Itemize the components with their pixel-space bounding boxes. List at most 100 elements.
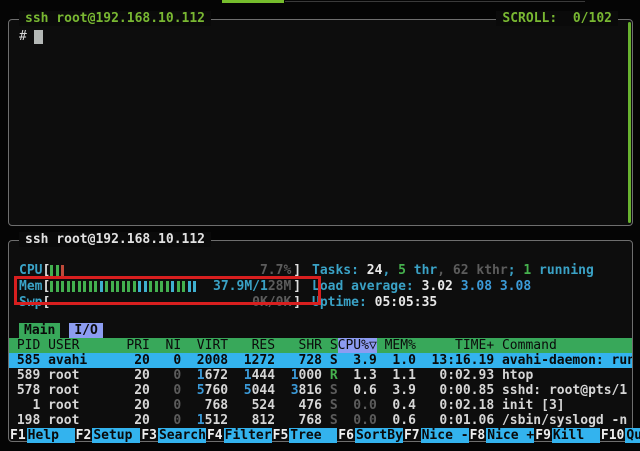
fkey-f1[interactable]: F1Help [9, 428, 75, 443]
meter-tick [61, 265, 64, 276]
cell-ni: 0 [150, 368, 181, 383]
cell-cpu: 0.0 [338, 398, 377, 413]
fkey-number: F9 [534, 428, 552, 443]
meter-tick [100, 281, 103, 292]
cpu-meter-value: 7.7% [260, 264, 291, 277]
mem-meter-value: 37.9M/128M [213, 280, 291, 293]
process-table: 585avahi20020081272728S3.91.013:16.19ava… [9, 353, 632, 428]
meter-tick [72, 281, 75, 292]
cell-mem: 0.4 [377, 398, 416, 413]
fkey-f2[interactable]: F2Setup [75, 428, 141, 443]
uptime: Uptime: 05:05:35 [312, 295, 437, 310]
meter-tick [155, 281, 158, 292]
cell-s: S [322, 398, 338, 413]
cell-time: 13:16.19 [416, 353, 494, 368]
htop-app: CPU[7.7%] Tasks: 24, 5 thr, 62 kthr; 1 r… [9, 241, 632, 443]
fkey-f3[interactable]: F3Search [140, 428, 206, 443]
column-header-cmd[interactable]: Command [494, 338, 632, 353]
fkey-label: SortBy [355, 428, 403, 443]
meter-tick [78, 281, 81, 292]
cpu-meter-bar: 7.7% [50, 264, 293, 277]
meter-tick [188, 281, 191, 292]
process-row[interactable]: 589root200167214441000R1.31.10:02.93htop [9, 368, 632, 383]
fkey-number: F3 [140, 428, 158, 443]
cell-ni: 0 [150, 353, 181, 368]
scrollbar[interactable] [628, 22, 631, 223]
cell-time: 0:02.93 [416, 368, 494, 383]
cpu-meter: CPU[7.7%] [19, 263, 303, 278]
cell-s: S [322, 413, 338, 428]
cell-cmd: /sbin/syslogd -n [494, 413, 632, 428]
pane-htop: ssh root@192.168.10.112 CPU[7.7%] Tasks:… [8, 240, 633, 442]
column-header-time[interactable]: TIME+ [416, 338, 494, 353]
cell-user: root [40, 383, 118, 398]
fkey-label: Setup [92, 428, 140, 443]
fkey-label: Nice - [421, 428, 469, 443]
pane-title-shell: ssh root@192.168.10.112 [19, 11, 211, 26]
meter-tick [56, 281, 59, 292]
cell-time: 0:01.06 [416, 413, 494, 428]
swap-meter: Swp[0K/0K] [19, 295, 303, 310]
cell-res: 812 [228, 413, 275, 428]
cell-pid: 1 [9, 398, 40, 413]
process-row[interactable]: 198root2001512812768S0.00.60:01.06/sbin/… [9, 413, 632, 428]
cell-shr: 476 [275, 398, 322, 413]
terminal-screen: ssh root@192.168.10.112 SCROLL: 0/102 # … [0, 0, 640, 451]
fkey-label: Nice + [486, 428, 534, 443]
cell-res: 1272 [228, 353, 275, 368]
column-header-res[interactable]: RES [228, 338, 275, 353]
meter-tick [182, 281, 185, 292]
column-header-s[interactable]: S [322, 338, 338, 353]
cell-s: S [322, 353, 338, 368]
column-header-shr[interactable]: SHR [275, 338, 322, 353]
cell-cpu: 0.6 [338, 383, 377, 398]
meter-tick [56, 265, 59, 276]
process-row[interactable]: 1root200768524476S0.00.40:02.18init [3] [9, 398, 632, 413]
shell-prompt: # [19, 29, 27, 44]
meter-tick [67, 281, 70, 292]
meter-tick [127, 281, 130, 292]
tab-main[interactable]: Main [19, 323, 60, 338]
column-header-virt[interactable]: VIRT [181, 338, 228, 353]
fkey-f5[interactable]: F5Tree [272, 428, 338, 443]
fkey-f8[interactable]: F8Nice + [469, 428, 535, 443]
meter-tick [144, 281, 147, 292]
meter-tick [138, 281, 141, 292]
process-row[interactable]: 578root200576050443816S0.63.90:00.85sshd… [9, 383, 632, 398]
cell-user: root [40, 413, 118, 428]
tasks-summary: Tasks: 24, 5 thr, 62 kthr; 1 running [312, 263, 594, 278]
meter-tick [61, 281, 64, 292]
text-cursor [34, 30, 43, 44]
column-header-pri[interactable]: PRI [119, 338, 150, 353]
cell-shr: 1000 [275, 368, 322, 383]
cpu-meter-row: CPU[7.7%] Tasks: 24, 5 thr, 62 kthr; 1 r… [9, 262, 632, 278]
mem-meter-bar: 37.9M/128M [50, 280, 293, 293]
column-header-cpu[interactable]: CPU%▽ [338, 338, 377, 353]
cell-pid: 585 [9, 353, 40, 368]
fkey-number: F7 [403, 428, 421, 443]
fkey-f9[interactable]: F9Kill [534, 428, 600, 443]
swap-meter-value: 0K/0K [252, 296, 291, 309]
process-row[interactable]: 585avahi20020081272728S3.91.013:16.19ava… [9, 353, 632, 368]
fkey-f4[interactable]: F4Filter [206, 428, 272, 443]
column-header-pid[interactable]: PID [9, 338, 40, 353]
cell-s: R [322, 368, 338, 383]
mem-meter: Mem[37.9M/128M] [19, 279, 303, 294]
cell-pri: 20 [119, 368, 150, 383]
fkey-number: F6 [337, 428, 355, 443]
tab-i-o[interactable]: I/O [69, 323, 102, 338]
fkey-f10[interactable]: F10Quit [600, 428, 640, 443]
cell-pid: 198 [9, 413, 40, 428]
mem-meter-label: Mem [19, 279, 42, 294]
fkey-number: F10 [600, 428, 625, 443]
cell-virt: 2008 [181, 353, 228, 368]
swap-meter-row: Swp[0K/0K] Uptime: 05:05:35 [9, 294, 632, 310]
fkey-f6[interactable]: F6SortBy [337, 428, 403, 443]
cell-ni: 0 [150, 398, 181, 413]
column-header-ni[interactable]: NI [150, 338, 181, 353]
column-header-mem[interactable]: MEM% [377, 338, 416, 353]
load-average: Load average: 3.02 3.08 3.08 [312, 279, 531, 294]
column-header-user[interactable]: USER [40, 338, 118, 353]
fkey-f7[interactable]: F7Nice - [403, 428, 469, 443]
cell-mem: 1.1 [377, 368, 416, 383]
